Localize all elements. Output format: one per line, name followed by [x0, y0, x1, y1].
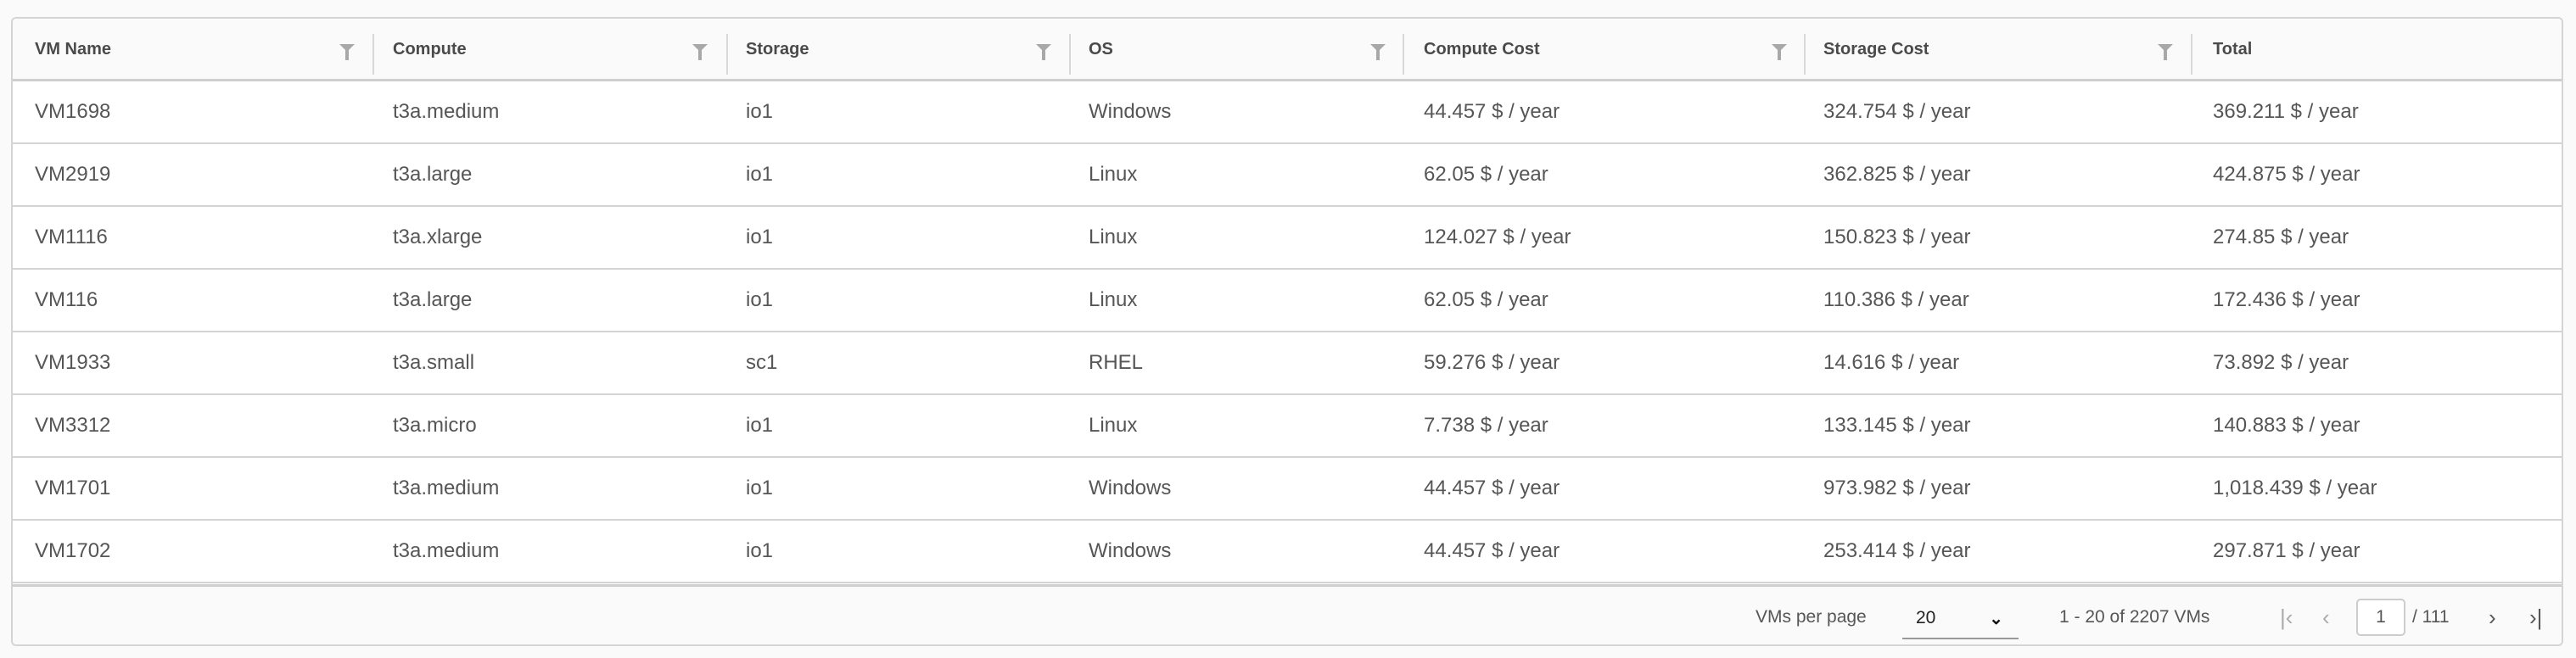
cell-total: 369.211 $ / year	[2213, 100, 2359, 123]
filter-icon[interactable]	[2158, 44, 2173, 60]
cell-os: Windows	[1089, 100, 1172, 123]
filter-icon[interactable]	[1772, 44, 1787, 60]
column-header-storage[interactable]: Storage	[746, 19, 809, 80]
cell-compute-cost: 44.457 $ / year	[1424, 100, 1560, 123]
cell-total: 73.892 $ / year	[2213, 351, 2349, 374]
cell-storage-cost: 973.982 $ / year	[1823, 477, 1971, 499]
filter-icon[interactable]	[1370, 44, 1386, 60]
table-row[interactable]: VM1933 t3a.small sc1 RHEL 59.276 $ / year 14.…	[13, 332, 2562, 395]
column-resize-handle[interactable]	[1804, 34, 1806, 75]
cell-vm-name: VM1933	[35, 351, 111, 374]
cell-total: 1,018.439 $ / year	[2213, 477, 2377, 499]
cell-compute: t3a.medium	[393, 100, 500, 123]
column-resize-handle[interactable]	[726, 34, 728, 75]
table-row[interactable]: VM1702 t3a.medium io1 Windows 44.457 $ / yea…	[13, 521, 2562, 583]
cell-vm-name: VM1698	[35, 100, 111, 123]
cell-total: 140.883 $ / year	[2213, 414, 2360, 437]
range-text: 1 - 20 of 2207 VMs	[2059, 607, 2210, 627]
cell-compute: t3a.large	[393, 288, 473, 311]
cell-total: 297.871 $ / year	[2213, 539, 2360, 562]
table-row[interactable]: VM1116 t3a.xlarge io1 Linux 124.027 $ / year…	[13, 207, 2562, 270]
cell-storage: io1	[746, 163, 774, 186]
next-page-icon[interactable]: ›	[2489, 587, 2496, 644]
table-row[interactable]: VM2919 t3a.large io1 Linux 62.05 $ / year 362…	[13, 144, 2562, 207]
cell-compute-cost: 124.027 $ / year	[1424, 226, 1571, 248]
cell-storage-cost: 150.823 $ / year	[1823, 226, 1971, 248]
cell-os: Linux	[1089, 414, 1138, 437]
cell-os: RHEL	[1089, 351, 1144, 374]
cell-total: 424.875 $ / year	[2213, 163, 2360, 186]
cell-storage-cost: 253.414 $ / year	[1823, 539, 1971, 562]
column-header-compute-cost[interactable]: Compute Cost	[1424, 19, 1540, 80]
cell-os: Linux	[1089, 163, 1138, 186]
column-resize-handle[interactable]	[1069, 34, 1071, 75]
table-row[interactable]: VM1701 t3a.medium io1 Windows 44.457 $ / yea…	[13, 458, 2562, 521]
cell-storage-cost: 324.754 $ / year	[1823, 100, 1971, 123]
cell-storage-cost: 133.145 $ / year	[1823, 414, 1971, 437]
cell-os: Windows	[1089, 477, 1172, 499]
cell-storage-cost: 110.386 $ / year	[1823, 288, 1969, 311]
cell-compute-cost: 62.05 $ / year	[1424, 163, 1548, 186]
column-header-compute[interactable]: Compute	[393, 19, 467, 80]
cell-compute-cost: 44.457 $ / year	[1424, 539, 1560, 562]
column-resize-handle[interactable]	[2191, 34, 2192, 75]
column-resize-handle[interactable]	[372, 34, 374, 75]
first-page-icon[interactable]: |‹	[2280, 587, 2293, 644]
cell-os: Linux	[1089, 226, 1138, 248]
cell-vm-name: VM3312	[35, 414, 111, 437]
chevron-down-icon: ⌄	[1989, 609, 2003, 628]
cell-compute-cost: 62.05 $ / year	[1424, 288, 1548, 311]
filter-icon[interactable]	[1036, 44, 1051, 60]
cell-vm-name: VM1702	[35, 539, 111, 562]
cell-total: 274.85 $ / year	[2213, 226, 2349, 248]
cell-storage: io1	[746, 226, 774, 248]
cell-compute: t3a.medium	[393, 477, 500, 499]
total-pages: / 111	[2412, 607, 2450, 627]
column-header-storage-cost[interactable]: Storage Cost	[1823, 19, 1929, 80]
column-header-os[interactable]: OS	[1089, 19, 1113, 80]
cell-compute-cost: 44.457 $ / year	[1424, 477, 1560, 499]
cell-storage-cost: 14.616 $ / year	[1823, 351, 1960, 374]
column-header-total[interactable]: Total	[2213, 19, 2252, 80]
cell-compute: t3a.medium	[393, 539, 500, 562]
last-page-icon[interactable]: ›|	[2529, 587, 2542, 644]
filter-icon[interactable]	[692, 44, 708, 60]
cell-vm-name: VM116	[35, 288, 98, 311]
column-header-vm-name[interactable]: VM Name	[35, 19, 111, 80]
cell-compute: t3a.small	[393, 351, 475, 374]
column-resize-handle[interactable]	[1403, 34, 1404, 75]
cell-vm-name: VM1701	[35, 477, 111, 499]
prev-page-icon[interactable]: ‹	[2322, 587, 2330, 644]
cell-compute: t3a.micro	[393, 414, 477, 437]
cell-storage: io1	[746, 414, 774, 437]
cell-compute: t3a.xlarge	[393, 226, 483, 248]
per-page-select[interactable]: 20 ⌄	[1902, 599, 2019, 639]
cell-compute: t3a.large	[393, 163, 473, 186]
cell-storage: sc1	[746, 351, 778, 374]
cell-vm-name: VM2919	[35, 163, 111, 186]
cell-storage: io1	[746, 539, 774, 562]
table-row[interactable]: VM116 t3a.large io1 Linux 62.05 $ / year 110.…	[13, 270, 2562, 332]
filter-icon[interactable]	[339, 44, 355, 60]
vm-datagrid: VM Name Compute Storage OS Compute Cost Stora…	[11, 17, 2563, 646]
pagination-footer: VMs per page 20 ⌄ 1 - 20 of 2207 VMs |‹ …	[13, 584, 2562, 644]
cell-storage-cost: 362.825 $ / year	[1823, 163, 1971, 186]
cell-compute-cost: 59.276 $ / year	[1424, 351, 1560, 374]
cell-storage: io1	[746, 477, 774, 499]
cell-total: 172.436 $ / year	[2213, 288, 2360, 311]
table-row[interactable]: VM3312 t3a.micro io1 Linux 7.738 $ / year 133…	[13, 395, 2562, 458]
cell-storage: io1	[746, 288, 774, 311]
cell-os: Linux	[1089, 288, 1138, 311]
cell-vm-name: VM1116	[35, 226, 108, 248]
per-page-value: 20	[1916, 608, 1936, 627]
per-page-label: VMs per page	[1756, 607, 1867, 627]
cell-os: Windows	[1089, 539, 1172, 562]
cell-storage: io1	[746, 100, 774, 123]
table-row[interactable]: VM1698 t3a.medium io1 Windows 44.457 $ / yea…	[13, 81, 2562, 144]
page-input[interactable]: 1	[2356, 599, 2405, 636]
table-header: VM Name Compute Storage OS Compute Cost Stora…	[13, 19, 2562, 81]
page-input-value: 1	[2376, 607, 2386, 627]
cell-compute-cost: 7.738 $ / year	[1424, 414, 1548, 437]
